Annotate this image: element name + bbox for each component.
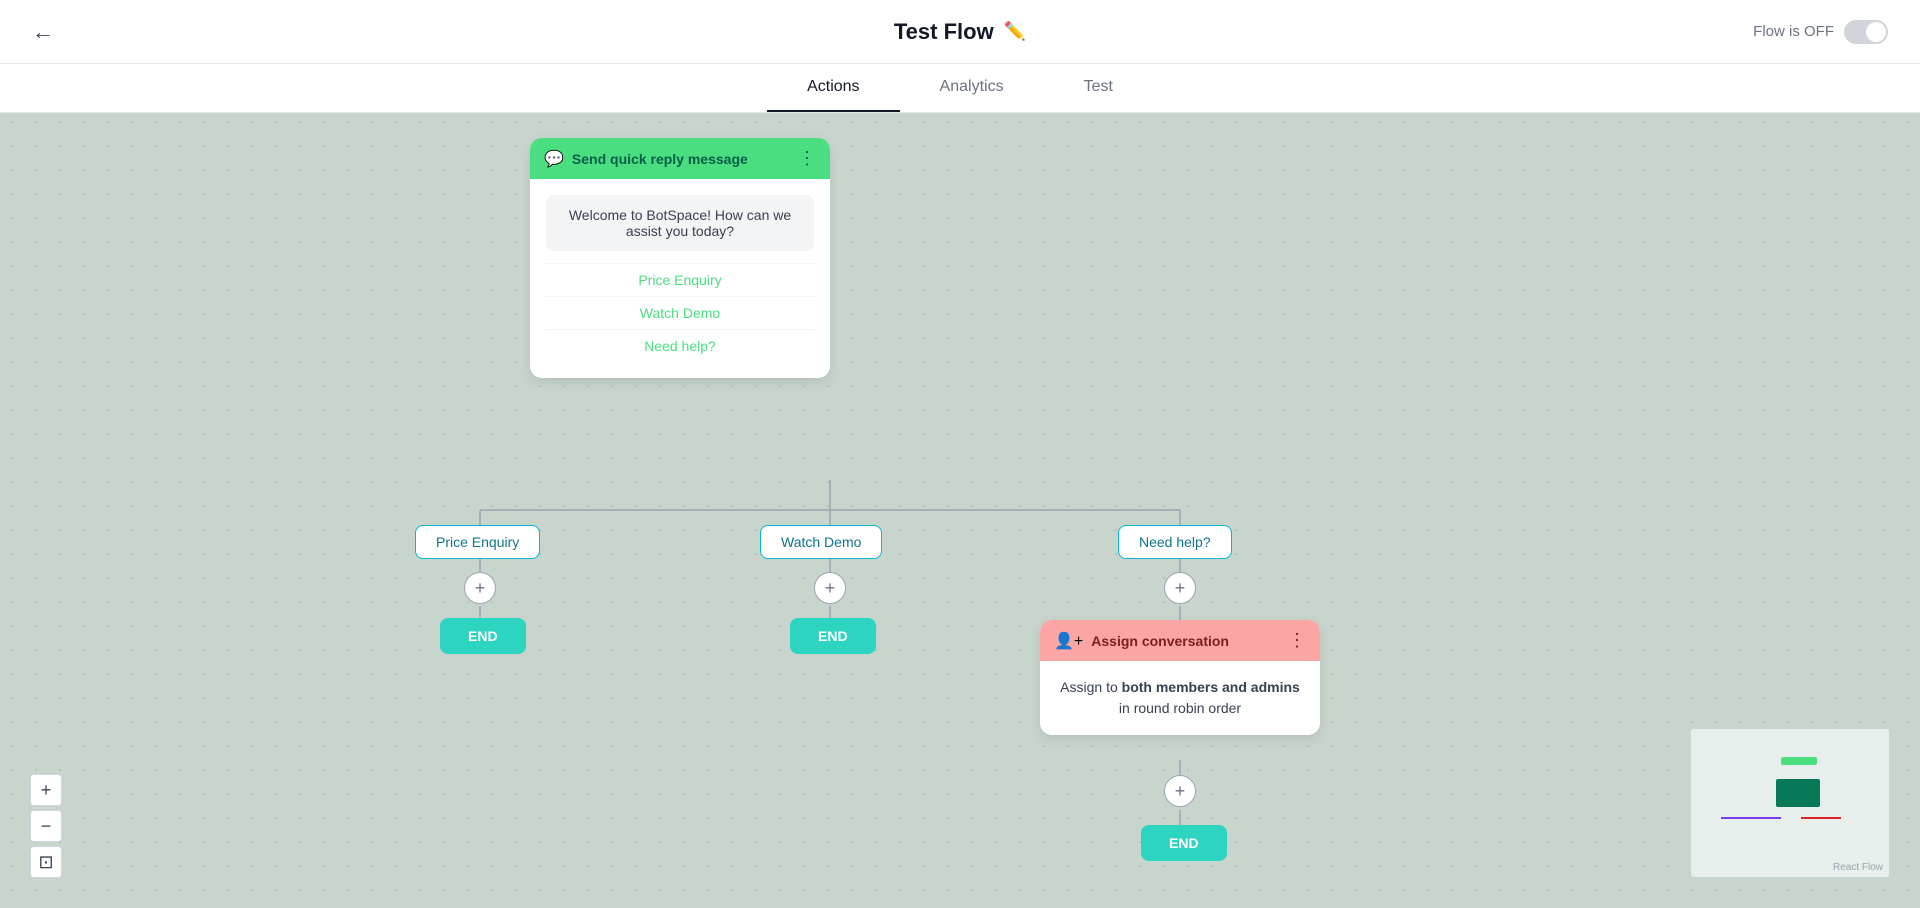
header-title-group: Test Flow ✏️	[894, 19, 1026, 45]
assign-icon: 👤+	[1054, 631, 1083, 651]
tab-actions[interactable]: Actions	[767, 64, 899, 112]
header-right: Flow is OFF	[1753, 20, 1888, 44]
end-node-price-enquiry: END	[440, 618, 526, 654]
fit-view-button[interactable]: ⊡	[30, 846, 62, 878]
header: ← Test Flow ✏️ Flow is OFF	[0, 0, 1920, 64]
quick-reply-header: 💬 Send quick reply message ⋮	[530, 138, 830, 179]
assign-menu[interactable]: ⋮	[1288, 630, 1306, 651]
add-button-need-help[interactable]: +	[1164, 572, 1196, 604]
quick-reply-title: Send quick reply message	[572, 151, 748, 167]
assign-header: 👤+ Assign conversation ⋮	[1040, 620, 1320, 661]
quick-reply-icon: 💬	[544, 149, 564, 169]
assign-body-bold: both members and admins	[1122, 679, 1300, 695]
message-bubble: Welcome to BotSpace! How can we assist y…	[546, 195, 814, 251]
tabs-bar: Actions Analytics Test	[0, 64, 1920, 113]
edit-icon[interactable]: ✏️	[1004, 21, 1026, 42]
tab-analytics[interactable]: Analytics	[900, 64, 1044, 112]
flow-status-label: Flow is OFF	[1753, 23, 1834, 40]
page-title: Test Flow	[894, 19, 994, 45]
quick-reply-node: 💬 Send quick reply message ⋮ Welcome to …	[530, 138, 830, 378]
zoom-out-button[interactable]: −	[30, 810, 62, 842]
branch-price-enquiry[interactable]: Price Enquiry	[415, 525, 540, 559]
end-node-watch-demo: END	[790, 618, 876, 654]
add-button-assign[interactable]: +	[1164, 775, 1196, 807]
minimap-label: React Flow	[1833, 862, 1883, 873]
assign-body-suffix: in round robin order	[1119, 700, 1241, 716]
reply-option-3[interactable]: Need help?	[546, 329, 814, 362]
flow-toggle[interactable]	[1844, 20, 1888, 44]
add-button-watch-demo[interactable]: +	[814, 572, 846, 604]
assign-conversation-node: 👤+ Assign conversation ⋮ Assign to both …	[1040, 620, 1320, 735]
branch-need-help[interactable]: Need help?	[1118, 525, 1232, 559]
tab-test[interactable]: Test	[1044, 64, 1153, 112]
assign-title: Assign conversation	[1091, 633, 1229, 649]
assign-body-prefix: Assign to	[1060, 679, 1121, 695]
reply-option-2[interactable]: Watch Demo	[546, 296, 814, 329]
reply-option-1[interactable]: Price Enquiry	[546, 263, 814, 296]
back-button[interactable]: ←	[32, 19, 54, 45]
minimap: React Flow	[1690, 728, 1890, 878]
end-node-assign: END	[1141, 825, 1227, 861]
branch-watch-demo[interactable]: Watch Demo	[760, 525, 882, 559]
quick-reply-menu[interactable]: ⋮	[798, 148, 816, 169]
connector-lines	[0, 110, 1920, 908]
flow-canvas: 💬 Send quick reply message ⋮ Welcome to …	[0, 110, 1920, 908]
assign-body: Assign to both members and admins in rou…	[1040, 661, 1320, 735]
zoom-controls: + − ⊡	[30, 774, 62, 878]
quick-reply-body: Welcome to BotSpace! How can we assist y…	[530, 179, 830, 378]
zoom-in-button[interactable]: +	[30, 774, 62, 806]
add-button-price-enquiry[interactable]: +	[464, 572, 496, 604]
